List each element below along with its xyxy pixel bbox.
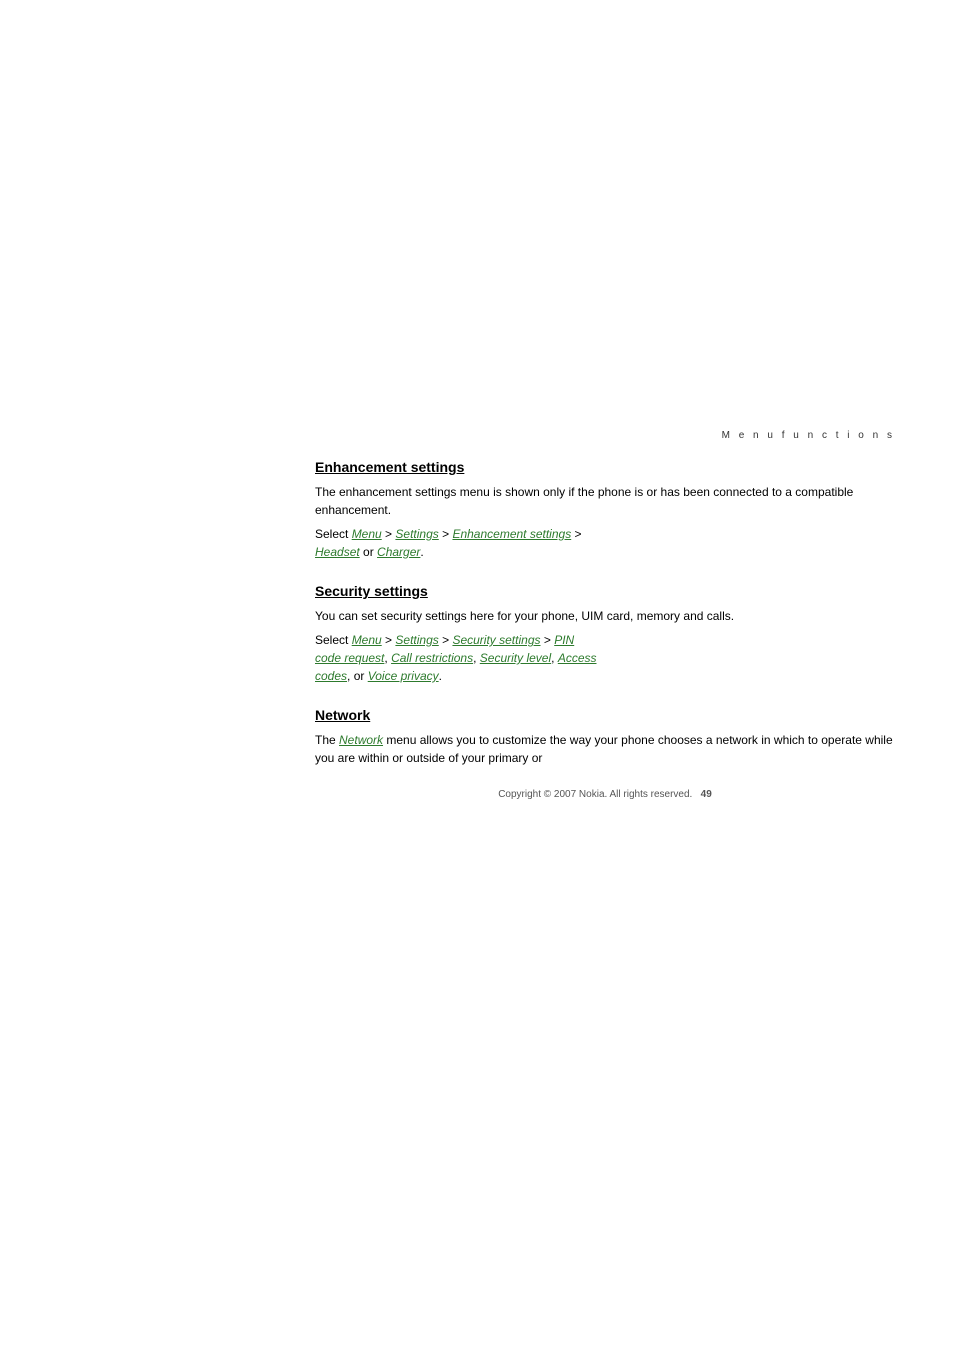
page: M e n u f u n c t i o n s Enhancement se… [0,0,954,1351]
security-settings-section: Security settings You can set security s… [315,583,895,685]
security-settings-body: You can set security settings here for y… [315,607,895,625]
enhancement-settings-select: Select Menu > Settings > Enhancement set… [315,525,895,561]
security-link-menu: Menu [352,633,382,647]
enhancement-link-headset: Headset [315,545,360,559]
security-link-security-settings: Security settings [452,633,540,647]
enhancement-link-settings: Settings [395,527,438,541]
header-text: M e n u f u n c t i o n s [722,430,895,441]
enhancement-settings-body: The enhancement settings menu is shown o… [315,483,895,519]
enhancement-link-menu: Menu [352,527,382,541]
enhancement-settings-section: Enhancement settings The enhancement set… [315,459,895,561]
copyright-text: Copyright © 2007 Nokia. All rights reser… [498,789,692,800]
enhancement-settings-title: Enhancement settings [315,459,895,475]
security-settings-title: Security settings [315,583,895,599]
security-link-call-restrictions: Call restrictions [391,651,473,665]
page-footer: Copyright © 2007 Nokia. All rights reser… [315,789,895,800]
enhancement-link-charger: Charger [377,545,420,559]
network-title: Network [315,707,895,723]
page-header: M e n u f u n c t i o n s [315,430,895,441]
security-settings-select: Select Menu > Settings > Security settin… [315,631,895,685]
security-link-settings: Settings [395,633,438,647]
content-area: M e n u f u n c t i o n s Enhancement se… [315,430,895,800]
page-number: 49 [701,789,712,800]
security-link-security-level: Security level [480,651,551,665]
enhancement-link-enhancement-settings: Enhancement settings [452,527,571,541]
network-section: Network The Network menu allows you to c… [315,707,895,767]
network-link-network: Network [339,733,383,747]
security-link-voice-privacy: Voice privacy [368,669,439,683]
network-body: The Network menu allows you to customize… [315,731,895,767]
